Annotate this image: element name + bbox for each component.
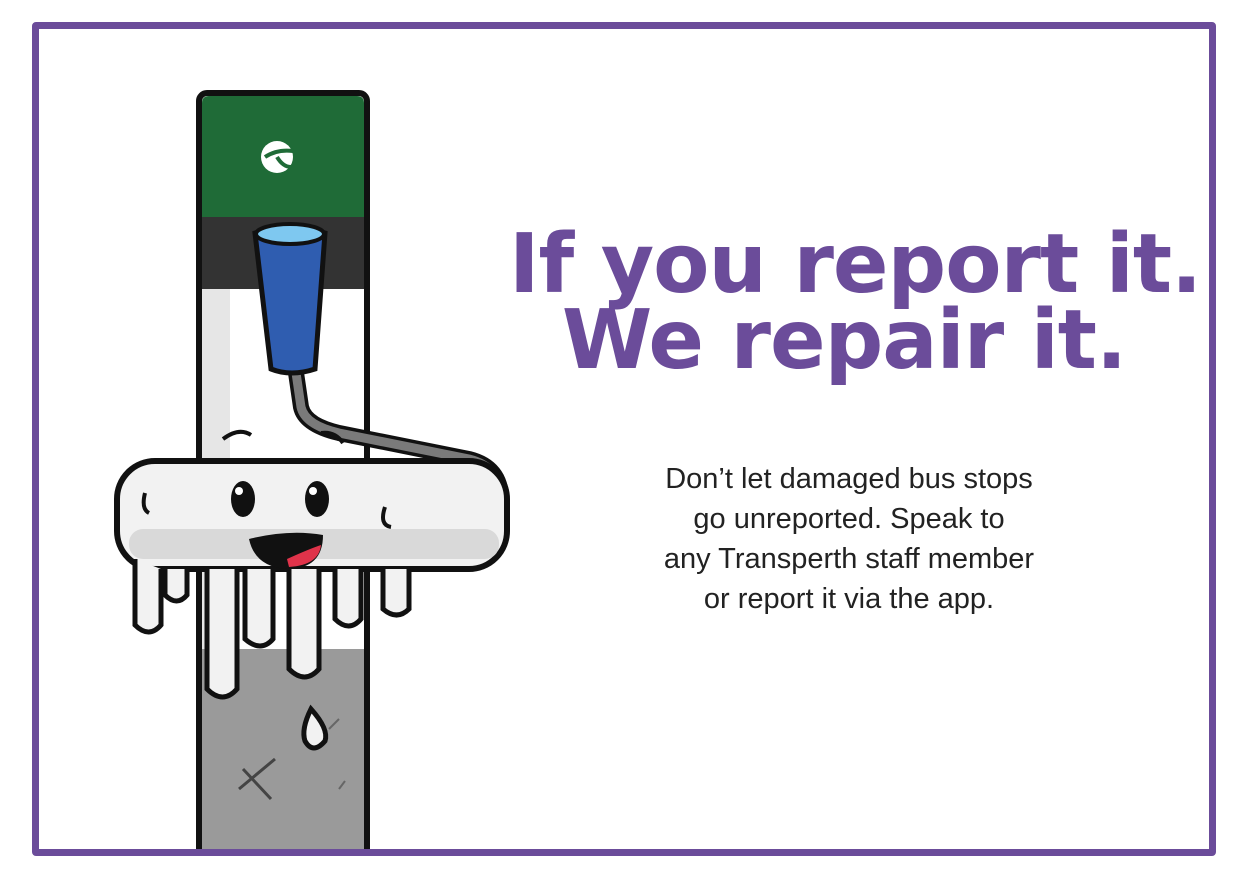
body-line-4: or report it via the app. [703,583,995,615]
headline-line-1: If you report it. [509,217,1202,312]
body-text: Don’t let damaged bus stops go unreporte… [599,459,1099,619]
transperth-logo-icon [261,141,294,173]
headline: If you report it. We repair it. [509,217,1202,388]
body-line-1: Don’t let damaged bus stops [665,463,1033,495]
poster-frame: If you report it. We repair it. Don’t le… [32,22,1216,856]
headline-line-2: We repair it. [561,293,1127,388]
body-line-3: any Transperth staff member [663,543,1035,575]
body-line-2: go unreported. Speak to [693,503,1005,535]
bus-stop-illustration [114,90,510,849]
